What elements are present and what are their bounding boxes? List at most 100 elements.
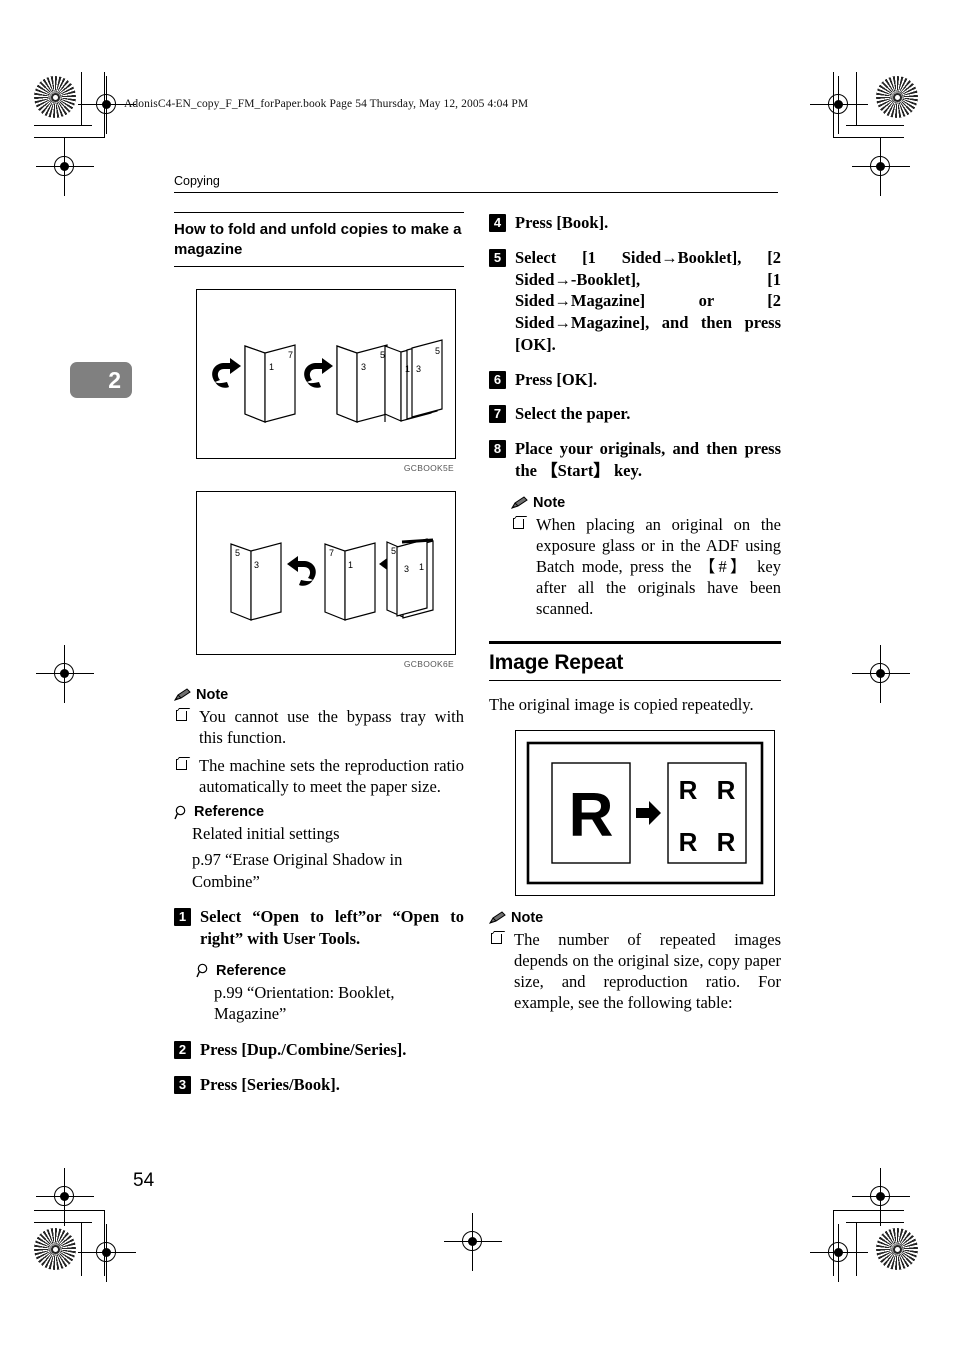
booklet-label-5: 5 [435,346,440,356]
crop-mark-bottom-left-h2 [34,1210,104,1212]
reference-body: p.99 “Orientation: Booklet, Magazine” [196,982,464,1025]
figure-booklet-fold-left: 7 1 5 3 5 1 3 [196,288,456,459]
registration-star-bottom-right [876,1228,918,1270]
repeated-letter-1: R [679,775,698,805]
step-number: 2 [174,1040,191,1059]
page-number: 54 [133,1170,155,1191]
booklet-label-1: 1 [419,562,424,572]
sheet-1-inner-label: 1 [269,362,274,372]
crop-mark-top-left-h2 [34,137,104,139]
reference-line-2: p.97 “Erase Original Shadow in Combine” [192,850,403,891]
booklet-label-3: 3 [416,364,421,374]
sheet-2-front-label: 7 [329,548,334,558]
booklet-label-5: 5 [391,546,396,556]
pencil-icon [174,687,191,702]
original-letter: R [569,781,614,850]
registration-star-top-right [876,76,918,118]
step-number: 5 [489,248,506,267]
crop-mark-bottom-right-v [856,1222,858,1276]
crop-mark-bottom-left-v2 [104,1210,106,1276]
flip-arrow-1 [212,357,241,388]
crop-mark-bottom-right-h [846,1222,904,1224]
sheet-1-front-label: 5 [235,548,240,558]
crop-mark-top-left-v2 [104,72,106,138]
crop-mark-top-right-v [856,72,858,126]
registration-target-right-center [852,645,910,703]
sheet-2-inner-label: 3 [361,362,366,372]
step-number: 8 [489,440,506,459]
step-5: 5 Select [1 Sided→Booklet], [2 Sided→-Bo… [489,247,781,356]
registration-target-left-middle [36,138,94,196]
registration-target-top-left [78,76,136,134]
step-text: Place your originals, and then press the… [515,439,781,480]
step-1: 1 Select “Open to left”or “Open to right… [174,906,464,950]
figure-image-repeat: R R R R R [515,729,775,896]
repeated-letter-2: R [717,775,736,805]
chapter-tab: 2 [70,362,132,398]
reference-heading: Reference [196,963,464,979]
step-number: 4 [489,214,506,232]
repeat-arrow [636,800,661,825]
square-bullet-icon [176,709,187,721]
section-intro-text: The original image is copied repeatedly. [489,695,754,715]
booklet-fold-left-illustration: 7 1 5 3 5 1 3 [212,338,443,423]
reference-body: Related initial settings p.97 “Erase Ori… [174,823,464,892]
reference-line-1: p.99 “Orientation: Booklet, Magazine” [214,982,395,1024]
square-bullet-icon [491,932,502,944]
registration-target-left-bottom [36,1168,94,1226]
flip-arrow-2 [304,357,333,388]
booklet-fold-right-illustration: 5 3 7 1 5 3 1 [230,537,434,621]
square-bullet-icon [513,517,524,529]
step-3: 3 Press [Series/Book]. [174,1074,464,1096]
repeated-letter-3: R [679,827,698,857]
sheet-1-inner-label: 3 [254,560,259,570]
crop-mark-bottom-right-h2 [834,1210,904,1212]
running-head: Copying [174,174,778,193]
section-heading-image-repeat: Image Repeat [489,641,781,682]
note-heading: Note [511,495,781,511]
registration-target-bottom-right [810,1224,868,1282]
registration-target-bottom-center [444,1213,502,1271]
manual-page: AdonisC4-EN_copy_F_FM_forPaper.book Page… [0,0,954,1348]
sheet-2-inner-label: 1 [348,560,353,570]
note-heading-label: Note [533,494,566,511]
note-item: The machine sets the reproduction ratio … [174,755,464,797]
subsection-heading: How to fold and unfold copies to make a … [174,212,464,267]
step-6: 6 Press [OK]. [489,369,781,391]
repeated-letter-4: R [717,827,736,857]
figure-2-caption: GCBOOK6E [403,658,454,669]
flip-arrow-1 [287,555,316,586]
reference-heading-label: Reference [216,962,287,979]
reference-heading-label: Reference [194,804,265,821]
registration-target-top-right [810,76,868,134]
step-text: Select “Open to left”or “Open to right” … [200,907,464,949]
reference-line-1: Related initial settings [192,824,340,844]
step-4: 4 Press [Book]. [489,212,781,234]
step-8: 8 Place your originals, and then press t… [489,438,781,482]
reference-heading: Reference [174,804,464,820]
crop-mark-top-right-h [846,125,904,127]
note-list: The number of repeated images depends on… [489,929,781,1013]
crop-mark-bottom-right-v2 [833,1210,835,1276]
right-column: 4 Press [Book]. 5 Select [1 Sided→Bookle… [489,212,781,1020]
booklet-label-1: 1 [405,364,410,374]
note-item: When placing an original on the exposure… [511,514,781,620]
registration-target-right-bottom [852,1168,910,1226]
step-number: 6 [489,370,506,389]
crop-mark-top-left-v [81,72,83,126]
note-item: The number of repeated images depends on… [489,929,781,1013]
crop-mark-top-right-v2 [833,72,835,138]
note-item-text: When placing an original on the exposure… [536,514,781,619]
sheet-1-front-label: 7 [288,350,293,360]
registration-star-bottom-left [34,1228,76,1270]
step-text: Press [OK]. [515,369,598,389]
pencil-icon [511,496,528,510]
crop-mark-top-left-h [34,125,92,127]
figure-booklet-fold-right: 5 3 7 1 5 3 1 [196,490,456,655]
book-file-header: AdonisC4-EN_copy_F_FM_forPaper.book Page… [124,98,529,110]
note-list: You cannot use the bypass tray with this… [174,706,464,797]
note-heading-label: Note [511,909,544,926]
crop-mark-top-right-h2 [834,137,904,139]
booklet-spine [401,538,434,544]
step-2: 2 Press [Dup./Combine/Series]. [174,1039,464,1061]
